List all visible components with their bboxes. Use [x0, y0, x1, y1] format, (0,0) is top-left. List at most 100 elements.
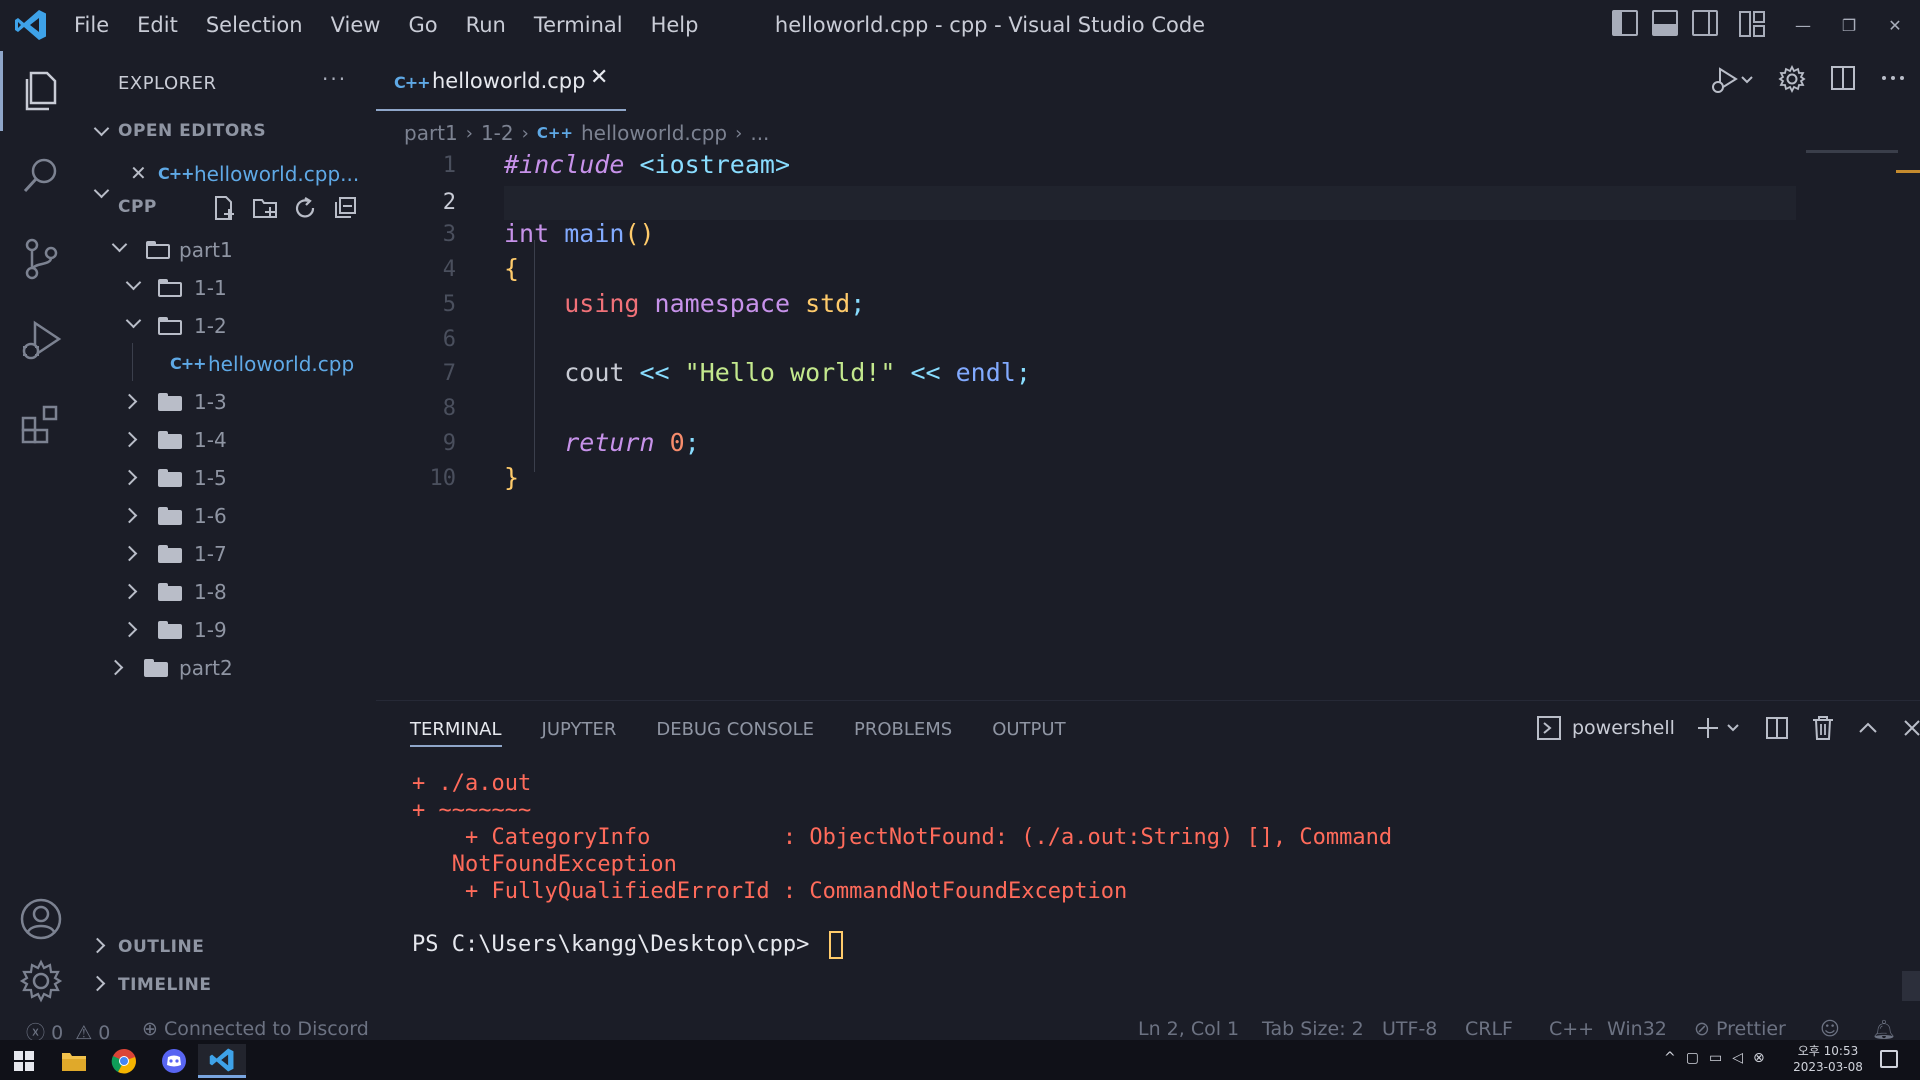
breadcrumb-file[interactable]: helloworld.cpp [581, 121, 727, 145]
chevron-down-icon[interactable] [93, 120, 110, 137]
tab-problems[interactable]: PROBLEMS [854, 713, 952, 747]
notification-icon[interactable] [1880, 1050, 1898, 1068]
discord-status[interactable]: ⊕ Connected to Discord [142, 1018, 369, 1040]
new-folder-icon[interactable] [252, 195, 278, 221]
activity-accounts[interactable] [0, 879, 82, 959]
status-icon[interactable]: ⊗ [1753, 1050, 1765, 1066]
files-icon [25, 71, 56, 111]
timeline-title[interactable]: TIMELINE [118, 975, 211, 995]
menu-edit[interactable]: Edit [123, 0, 192, 51]
minimize-button[interactable]: — [1780, 0, 1826, 51]
tree-folder-1-4[interactable]: 1-4 [82, 421, 376, 459]
toggle-primary-sidebar-icon[interactable] [1612, 10, 1638, 36]
menu-selection[interactable]: Selection [192, 0, 317, 51]
tab-helloworld[interactable]: C++ helloworld.cpp ✕ [376, 51, 626, 111]
activity-explorer[interactable] [0, 51, 82, 131]
customize-layout-icon[interactable] [1738, 10, 1768, 38]
collapse-all-icon[interactable] [332, 195, 358, 221]
file-explorer-icon[interactable] [50, 1044, 98, 1078]
open-editors-title[interactable]: OPEN EDITORS [118, 121, 266, 141]
terminal-line: + ./a.out [412, 771, 532, 796]
tree-folder-1-8[interactable]: 1-8 [82, 573, 376, 611]
refresh-icon[interactable] [292, 195, 318, 221]
menu-view[interactable]: View [317, 0, 395, 51]
close-editor-icon[interactable]: ✕ [130, 161, 147, 185]
discord-icon[interactable] [150, 1044, 198, 1078]
close-panel-icon[interactable] [1901, 717, 1920, 739]
tree-folder-part1[interactable]: part1 [82, 231, 376, 269]
minimap[interactable] [1806, 150, 1898, 153]
encoding[interactable]: UTF-8 [1382, 1018, 1437, 1040]
tab-terminal[interactable]: TERMINAL [410, 713, 502, 747]
menu-file[interactable]: File [60, 0, 123, 51]
chevron-right-icon[interactable] [89, 937, 106, 954]
tab-debug-console[interactable]: DEBUG CONSOLE [656, 713, 814, 747]
activity-extensions[interactable] [0, 385, 82, 465]
chevron-up-icon[interactable]: ^ [1664, 1050, 1676, 1066]
breadcrumb-symbol[interactable]: ... [750, 121, 769, 145]
new-terminal-icon[interactable] [1697, 715, 1743, 741]
menu-go[interactable]: Go [394, 0, 451, 51]
restore-button[interactable]: ❐ [1826, 0, 1872, 51]
breadcrumb-part1[interactable]: part1 [404, 121, 458, 145]
menu-terminal[interactable]: Terminal [520, 0, 637, 51]
activity-manage[interactable] [0, 951, 82, 1011]
tree-folder-1-3[interactable]: 1-3 [82, 383, 376, 421]
explorer-more-button[interactable]: ··· [322, 67, 347, 91]
tree-folder-1-1[interactable]: 1-1 [82, 269, 376, 307]
breadcrumb-1-2[interactable]: 1-2 [481, 121, 514, 145]
toggle-panel-icon[interactable] [1652, 10, 1678, 36]
code-editor[interactable]: 1 2 3 4 5 6 7 8 9 10 #include <iostream>… [376, 150, 1920, 700]
tab-size[interactable]: Tab Size: 2 [1262, 1018, 1364, 1040]
line-ending[interactable]: CRLF [1465, 1018, 1513, 1040]
split-editor-icon[interactable] [1830, 65, 1856, 91]
activity-source-control[interactable] [0, 219, 82, 299]
network-icon[interactable]: ▭ [1709, 1050, 1722, 1066]
taskbar-clock[interactable]: 오후 10:53 2023-03-08 [1780, 1043, 1876, 1075]
new-file-icon[interactable] [212, 195, 238, 221]
activity-run-debug[interactable] [0, 301, 82, 381]
terminal-line: + ~~~~~~~ [412, 798, 532, 823]
gear-icon[interactable] [1778, 65, 1806, 93]
maximize-panel-icon[interactable] [1857, 717, 1879, 739]
language-mode[interactable]: C++ [1549, 1018, 1594, 1040]
cursor-position[interactable]: Ln 2, Col 1 [1138, 1018, 1239, 1040]
terminal-shell-name[interactable]: powershell [1572, 717, 1675, 739]
chevron-right-icon[interactable] [89, 975, 106, 992]
device-icon[interactable]: ▢ [1686, 1050, 1699, 1066]
volume-icon[interactable]: ◁ [1732, 1050, 1743, 1066]
activity-search[interactable] [0, 135, 82, 215]
tab-jupyter[interactable]: JUPYTER [542, 713, 617, 747]
tree-folder-1-9[interactable]: 1-9 [82, 611, 376, 649]
close-window-button[interactable]: ✕ [1872, 0, 1918, 51]
trash-icon[interactable] [1811, 715, 1835, 741]
menu-run[interactable]: Run [452, 0, 520, 51]
split-terminal-icon[interactable] [1765, 716, 1789, 740]
prettier-status[interactable]: ⊘ Prettier [1694, 1018, 1786, 1040]
tree-folder-1-5[interactable]: 1-5 [82, 459, 376, 497]
tree-folder-part2[interactable]: part2 [82, 649, 376, 687]
windows-start-icon[interactable] [0, 1044, 48, 1078]
tab-close-button[interactable]: ✕ [590, 65, 608, 90]
feedback-icon[interactable]: ☺ [1820, 1018, 1840, 1040]
chrome-icon[interactable] [100, 1044, 148, 1078]
run-debug-icon[interactable] [1706, 65, 1754, 95]
tree-file-helloworld[interactable]: C++ helloworld.cpp [82, 345, 376, 383]
cpp-file-icon: C++ [394, 73, 431, 92]
cpp-configuration[interactable]: Win32 [1607, 1018, 1667, 1040]
terminal-scrollbar[interactable] [1902, 971, 1920, 1001]
open-editor-item[interactable]: ✕ C++ helloworld.cpp... [82, 155, 376, 193]
more-actions-icon[interactable] [1880, 65, 1906, 91]
terminal-output[interactable]: + ./a.out + ~~~~~~~ + CategoryInfo : Obj… [412, 771, 1392, 971]
vscode-taskbar-icon[interactable] [198, 1044, 246, 1078]
tree-folder-1-2[interactable]: 1-2 [82, 307, 376, 345]
chevron-right-icon: › [465, 122, 473, 144]
toggle-secondary-sidebar-icon[interactable] [1692, 10, 1718, 36]
tree-folder-1-7[interactable]: 1-7 [82, 535, 376, 573]
tree-label: 1-7 [194, 542, 227, 566]
tab-output[interactable]: OUTPUT [992, 713, 1065, 747]
tree-folder-1-6[interactable]: 1-6 [82, 497, 376, 535]
workspace-title[interactable]: CPP [118, 197, 157, 217]
bell-icon[interactable]: 🔔︎ [1872, 1018, 1896, 1041]
outline-title[interactable]: OUTLINE [118, 937, 204, 957]
